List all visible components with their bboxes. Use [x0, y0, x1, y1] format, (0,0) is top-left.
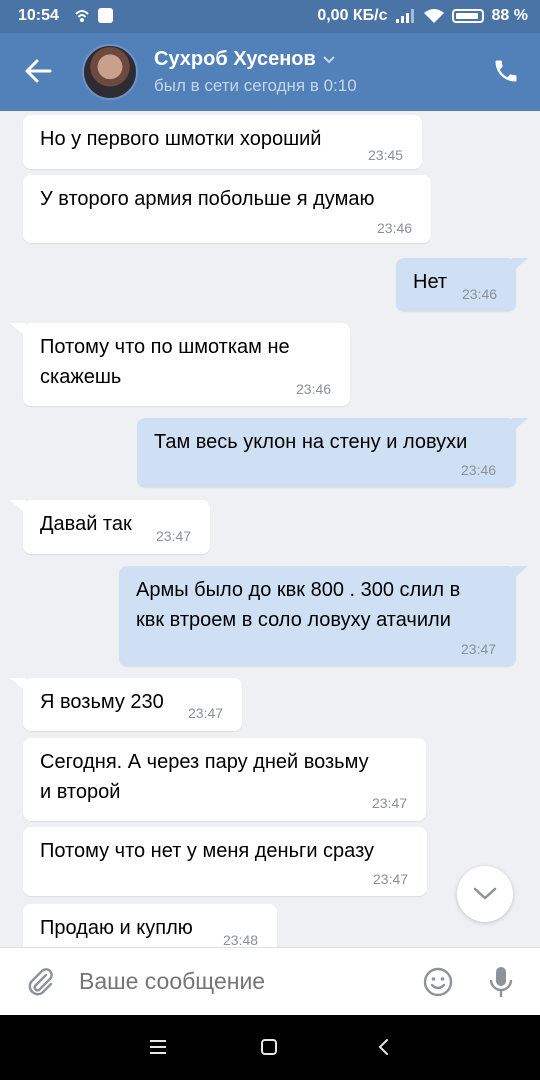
notification-icon	[98, 8, 113, 23]
message-time: 23:47	[188, 705, 224, 721]
message-text: Давай так	[40, 513, 132, 535]
status-right: 0,00 КБ/с 88 %	[317, 7, 528, 25]
battery-icon	[451, 9, 484, 23]
arrow-left-icon[interactable]	[22, 55, 54, 87]
message-bubble-incoming[interactable]: Потому что по шмоткам не скажешь 23:46	[23, 323, 350, 406]
message-text: Потому что по шмоткам не скажешь	[40, 336, 290, 388]
message-time: 23:46	[461, 462, 497, 478]
menu-icon[interactable]	[150, 1040, 166, 1058]
scroll-to-bottom-button[interactable]	[457, 866, 513, 922]
message-bubble-incoming[interactable]: Но у первого шмотки хороший 23:45	[23, 115, 422, 169]
message-time: 23:48	[223, 932, 259, 947]
hotspot-icon	[75, 9, 89, 22]
message-text: Но у первого шмотки хороший	[40, 128, 322, 150]
message-text: Я возьму 230	[40, 691, 164, 713]
message-text: Нет	[413, 271, 448, 293]
message-bubble-incoming[interactable]: У второго армия побольше я думаю 23:46	[23, 175, 431, 243]
signal-icon	[395, 9, 414, 23]
message-bubble-incoming[interactable]: Давай так 23:47	[23, 500, 210, 554]
contact-name-label: Сухроб Хусенов	[154, 48, 316, 70]
chevron-down-icon	[473, 887, 497, 900]
avatar[interactable]	[82, 44, 138, 100]
message-time: 23:45	[368, 147, 404, 163]
message-bubble-outgoing[interactable]: Армы было до квк 800 . 300 слил в квк вт…	[119, 566, 516, 666]
message-time: 23:47	[461, 641, 497, 657]
contact-name[interactable]: Сухроб Хусенов	[154, 48, 336, 71]
message-composer	[0, 947, 540, 1015]
network-speed: 0,00 КБ/с	[317, 7, 388, 24]
message-text: У второго армия побольше я думаю	[40, 188, 375, 210]
message-bubble-outgoing[interactable]: Там весь уклон на стену и ловухи 23:46	[137, 418, 516, 487]
message-time: 23:46	[296, 381, 332, 397]
battery-percent: 88 %	[491, 7, 528, 24]
message-text: Армы было до квк 800 . 300 слил в квк вт…	[136, 579, 461, 631]
message-text: Сегодня. А через пару дней возьму и втор…	[40, 751, 369, 803]
wifi-icon	[423, 8, 444, 23]
message-input[interactable]	[79, 968, 399, 995]
message-time: 23:46	[377, 220, 413, 236]
message-list[interactable]: Но у первого шмотки хороший 23:45 У втор…	[0, 111, 540, 947]
message-bubble-incoming[interactable]: Продаю и куплю 23:48	[23, 904, 277, 947]
status-bar: 10:54 0,00 КБ/с 88 %	[0, 0, 540, 33]
message-text: Продаю и куплю	[40, 917, 193, 939]
phone-icon[interactable]	[492, 57, 520, 85]
message-time: 23:47	[373, 871, 409, 887]
message-bubble-incoming[interactable]: Я возьму 230 23:47	[23, 678, 242, 731]
system-navigation-bar	[0, 1015, 540, 1080]
message-bubble-incoming[interactable]: Потому что нет у меня деньги сразу 23:47	[23, 827, 427, 896]
message-bubble-outgoing[interactable]: Нет 23:46	[396, 258, 516, 311]
message-bubble-incoming[interactable]: Сегодня. А через пару дней возьму и втор…	[23, 738, 426, 821]
message-text: Там весь уклон на стену и ловухи	[154, 431, 468, 453]
chat-header: Сухроб Хусенов был в сети сегодня в 0:10	[0, 33, 540, 111]
message-time: 23:47	[156, 528, 192, 544]
paperclip-icon[interactable]	[24, 966, 56, 998]
microphone-icon[interactable]	[486, 964, 516, 1000]
smile-icon[interactable]	[422, 966, 454, 998]
status-left-icons	[74, 8, 113, 23]
message-text: Потому что нет у меня деньги сразу	[40, 840, 375, 862]
chevron-down-icon	[323, 55, 335, 63]
clock: 10:54	[18, 7, 59, 24]
home-icon[interactable]	[261, 1039, 277, 1055]
last-seen: был в сети сегодня в 0:10	[154, 76, 357, 95]
message-time: 23:47	[372, 795, 408, 811]
back-icon[interactable]	[374, 1037, 394, 1057]
message-time: 23:46	[462, 286, 498, 302]
